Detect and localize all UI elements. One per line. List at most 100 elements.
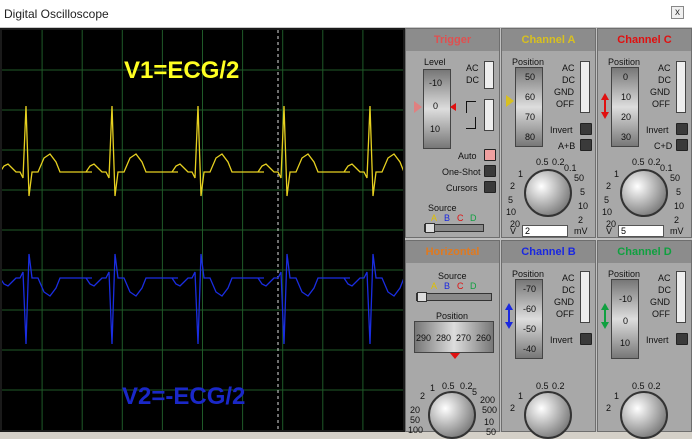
ch-d-coupling-switch[interactable] [676,271,686,323]
one-shot-button[interactable] [484,165,496,177]
ch-c-tick: 20 [621,112,632,122]
horizontal-position-label: Position [436,311,469,321]
channel-a-title: Channel A [502,29,595,51]
ch-d-tick: -10 [619,294,633,304]
ch-c-dial-label: 10 [602,207,613,217]
cursors-button[interactable] [484,181,496,193]
ch-a-gnd: GND [554,87,574,97]
ch-d-dial-label: 0.5 [632,381,645,391]
ch-b-tick: -40 [523,344,537,354]
horizontal-position-slider[interactable]: 290 280 270 260 [414,321,494,353]
trigger-title: Trigger [406,29,499,51]
ch-a-value-field[interactable]: 2 [522,225,568,237]
auto-button[interactable] [484,149,496,161]
ch-a-invert-button[interactable] [580,123,592,135]
ch-a-tick: 60 [525,92,536,102]
trigger-dc-label: DC [466,75,479,85]
ch-a-dial-label: 50 [574,173,585,183]
h-source-letter: C [457,281,464,291]
ch-a-volts-knob[interactable] [524,169,572,217]
h-dial-label: 50 [486,427,497,437]
ch-c-invert-button[interactable] [676,123,688,135]
ch-b-dial-label: 1 [518,391,524,401]
ch-a-v-label: V [510,226,517,236]
ch-c-dc: DC [658,75,671,85]
trace-a-label: V1=ECG/2 [124,57,239,84]
ch-b-dc: DC [562,285,575,295]
trigger-ac-label: AC [466,63,479,73]
ch-d-tick: 0 [623,316,629,326]
ch-a-dial-label: 2 [578,215,584,225]
edge-switch[interactable] [484,99,494,131]
ch-c-dial-label: 0.2 [648,157,661,167]
channel-c-position-slider[interactable]: 0 10 20 30 [611,67,639,147]
source-label: Source [428,203,457,213]
h-dial-label: 200 [480,395,496,405]
h-tick: 260 [476,333,492,343]
h-tick: 280 [436,333,452,343]
ch-b-coupling-switch[interactable] [580,271,590,323]
h-source-letter: B [444,281,451,291]
ch-b-gnd: GND [554,297,574,307]
channel-a-position-slider[interactable]: 50 60 70 80 [515,67,543,147]
ch-c-value-field[interactable]: 5 [618,225,664,237]
channel-b-updown-icon [505,303,513,329]
ch-a-dc: DC [562,75,575,85]
ch-d-invert-button[interactable] [676,333,688,345]
level-slider[interactable]: -10 0 10 [423,69,451,149]
ch-c-dial-label: 5 [676,187,682,197]
channel-d-section: Channel D Position -10 0 10 AC DC GND OF… [597,240,692,439]
h-tick: 270 [456,333,472,343]
channel-c-title: Channel C [598,29,691,51]
ch-a-tick: 50 [525,72,536,82]
ch-c-coupling-switch[interactable] [676,61,686,113]
channel-b-title: Channel B [502,241,595,263]
source-letter-b: B [444,213,451,223]
channel-b-position-slider[interactable]: -70 -60 -50 -40 [515,279,543,359]
h-dial-label: 10 [484,417,495,427]
ch-c-tick: 10 [621,92,632,102]
window-title: Digital Oscilloscope [4,7,109,21]
h-dial-label: 5 [472,387,478,397]
ch-b-ac: AC [562,273,575,283]
h-source-letter: D [470,281,477,291]
ch-c-dial-label: 50 [670,173,681,183]
channel-a-section: Channel A Position 50 60 70 80 AC DC GND… [501,28,596,238]
ch-a-coupling-switch[interactable] [580,61,590,113]
ch-d-tick: 10 [620,338,631,348]
ch-d-dial-label: 2 [606,403,612,413]
source-slider[interactable] [424,223,484,233]
ch-b-invert-button[interactable] [580,333,592,345]
oscilloscope-screen: V1=ECG/2 V2=-ECG/2 [0,28,405,432]
edge-rising-icon [466,101,476,113]
ch-c-ac: AC [658,63,671,73]
ch-a-dial-label: 10 [506,207,517,217]
one-shot-label: One-Shot [442,167,481,177]
h-dial-label: 100 [408,425,424,435]
ch-c-invert-label: Invert [646,125,669,135]
ch-c-dial-label: 2 [674,215,680,225]
h-dial-label: 500 [482,405,498,415]
channel-d-title: Channel D [598,241,691,263]
ch-d-dial-label: 1 [614,391,620,401]
channel-a-position-label: Position [512,57,545,67]
ch-a-aplusb-button[interactable] [580,139,592,151]
ch-c-volts-knob[interactable] [620,169,668,217]
ch-c-cplusd-button[interactable] [676,139,688,151]
ch-d-ac: AC [658,273,671,283]
coupling-switch[interactable] [484,61,494,89]
scope-display: V1=ECG/2 V2=-ECG/2 [2,30,403,430]
ch-a-invert-label: Invert [550,125,573,135]
trigger-section: Trigger Level -10 0 10 AC DC Auto One-Sh… [405,28,500,238]
ch-b-off: OFF [556,309,574,319]
ch-c-dial-label: 5 [604,195,610,205]
horizontal-source-slider[interactable] [416,292,492,302]
channel-a-marker-icon [506,95,514,107]
horizontal-pointer-icon [450,353,460,359]
close-button[interactable]: x [671,6,684,19]
h-dial-label: 2 [420,391,426,401]
channel-d-position-slider[interactable]: -10 0 10 [611,279,639,359]
horizontal-section: Horizontal Source A B C D Position 290 2… [405,240,500,439]
ch-d-dial-label: 0.2 [648,381,661,391]
ch-a-dial-label: 0.5 [536,157,549,167]
